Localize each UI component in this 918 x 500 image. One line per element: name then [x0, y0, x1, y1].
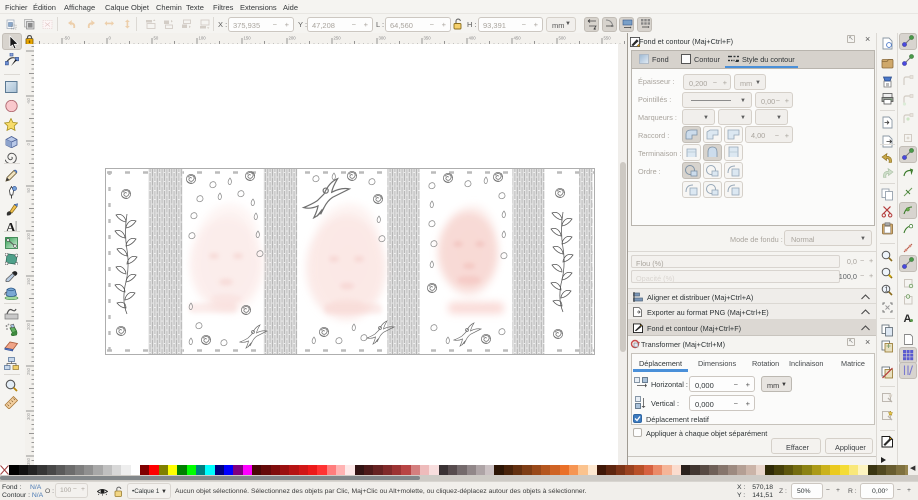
svg-text:100: 100 [26, 232, 31, 240]
svg-text:-50: -50 [64, 36, 71, 41]
svg-text:A: A [904, 313, 912, 324]
svg-text:300: 300 [26, 412, 31, 420]
svg-text:50: 50 [154, 36, 159, 41]
svg-text:450: 450 [514, 36, 522, 41]
svg-text:1: 1 [885, 287, 889, 294]
svg-text:250: 250 [334, 36, 342, 41]
svg-text:100: 100 [199, 36, 207, 41]
svg-text:500: 500 [559, 36, 567, 41]
svg-text:350: 350 [26, 457, 31, 465]
svg-text:0: 0 [109, 36, 112, 41]
svg-text:150: 150 [26, 277, 31, 285]
svg-text:50: 50 [26, 187, 31, 192]
svg-text:400: 400 [469, 36, 477, 41]
svg-text:200: 200 [26, 322, 31, 330]
svg-text:200: 200 [289, 36, 297, 41]
svg-text:300: 300 [379, 36, 387, 41]
svg-text:150: 150 [244, 36, 252, 41]
svg-text:550: 550 [604, 36, 612, 41]
svg-text:-50: -50 [26, 97, 31, 104]
svg-text:350: 350 [424, 36, 432, 41]
svg-text:0: 0 [26, 142, 31, 145]
svg-text:250: 250 [26, 367, 31, 375]
